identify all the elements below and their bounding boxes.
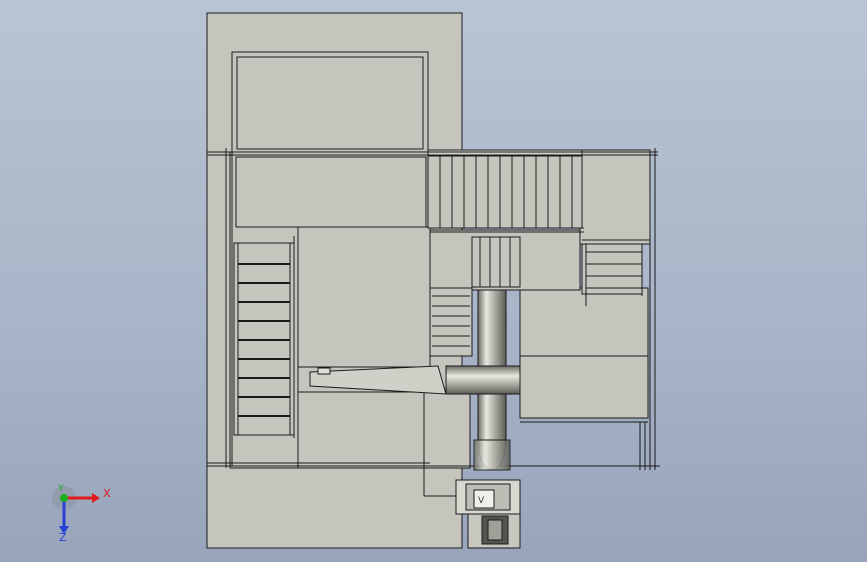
z-axis-label: Z bbox=[59, 531, 67, 544]
right-upper-block bbox=[579, 149, 651, 245]
cad-viewport[interactable]: V X Y Z bbox=[0, 0, 867, 562]
assembly-top-view[interactable]: V bbox=[0, 0, 867, 562]
top-stair bbox=[427, 149, 583, 229]
x-axis-label: X bbox=[103, 487, 111, 500]
center-stair bbox=[471, 236, 521, 288]
y-axis-label: Y bbox=[58, 484, 64, 494]
right-lower-block bbox=[519, 287, 649, 419]
svg-text:V: V bbox=[478, 496, 485, 506]
fan-unit: V bbox=[455, 479, 521, 549]
center-room-lower bbox=[297, 391, 425, 469]
center-room-upper bbox=[297, 226, 431, 368]
left-stair bbox=[233, 232, 299, 440]
